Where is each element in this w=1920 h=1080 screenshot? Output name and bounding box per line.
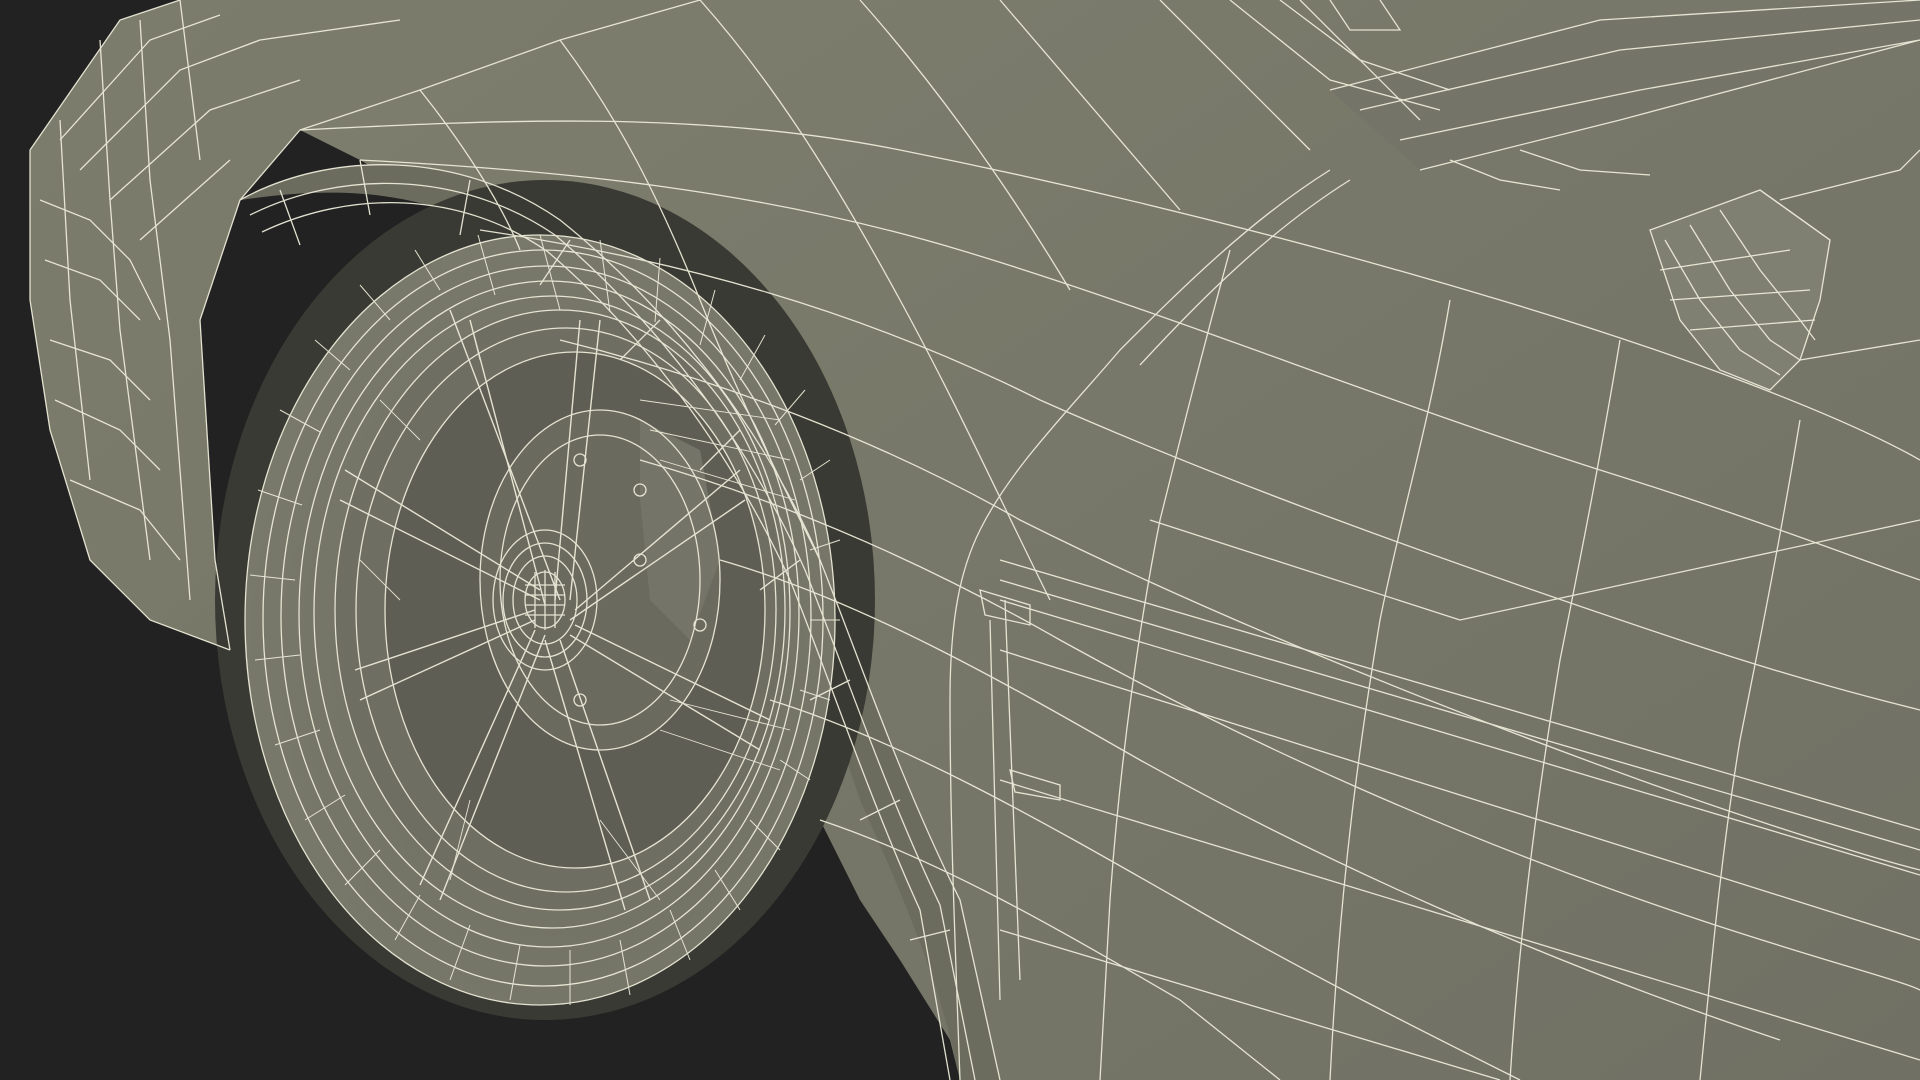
car-wireframe-render <box>29 0 1920 1080</box>
render-viewport <box>0 0 1920 1080</box>
